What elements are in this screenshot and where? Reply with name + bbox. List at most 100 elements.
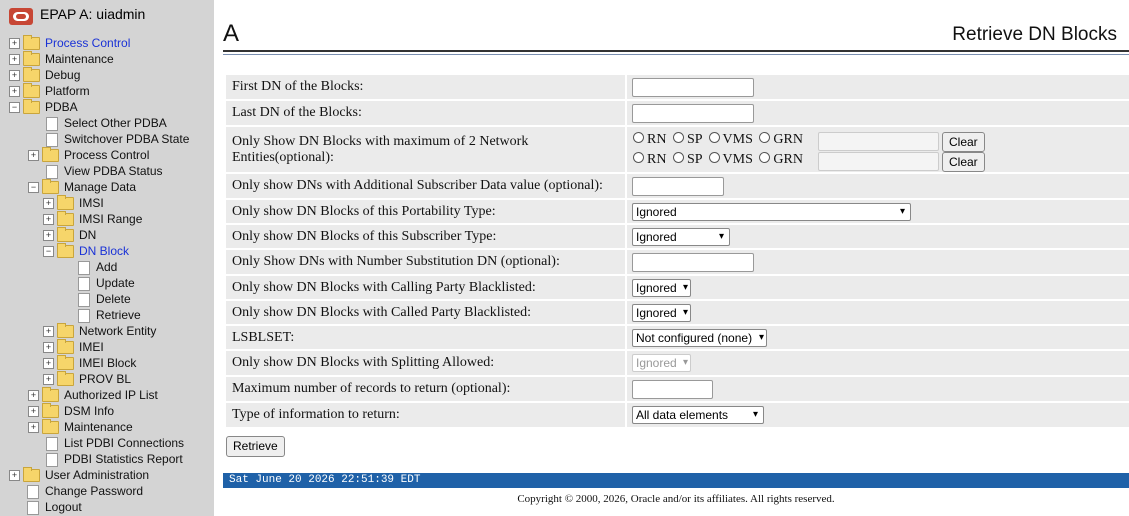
sidebar-item-pdba-process-control[interactable]: + Process Control — [28, 147, 149, 163]
folder-icon — [23, 99, 40, 115]
sidebar-item-dn-block-add[interactable]: Add — [78, 259, 117, 275]
entity1-value-input[interactable] — [818, 132, 939, 151]
folder-icon — [42, 147, 59, 163]
sidebar-item-change-password[interactable]: Change Password — [27, 483, 143, 499]
sidebar-item-debug[interactable]: + Debug — [9, 67, 80, 83]
folder-icon — [23, 467, 40, 483]
page-icon — [78, 276, 90, 291]
expand-icon[interactable]: + — [9, 54, 20, 66]
folder-icon — [57, 371, 74, 387]
sidebar-item-network-entity[interactable]: + Network Entity — [43, 323, 156, 339]
entity2-radio-vms[interactable]: VMS — [708, 152, 753, 167]
calling-blacklisted-select[interactable]: Ignored ▾ — [632, 279, 691, 297]
sidebar-item-dn-block-delete[interactable]: Delete — [78, 291, 131, 307]
sidebar-item-imsi-range[interactable]: + IMSI Range — [43, 211, 142, 227]
page-icon — [46, 164, 58, 179]
expand-icon[interactable]: + — [43, 214, 54, 226]
sidebar-item-pdba-maintenance[interactable]: + Maintenance — [28, 419, 133, 435]
expand-icon[interactable]: + — [9, 470, 20, 482]
entity2-radio-rn[interactable]: RN — [633, 152, 666, 167]
page-icon — [46, 116, 58, 131]
sidebar-item-pdba[interactable]: − PDBA — [9, 99, 78, 115]
asd-input[interactable] — [632, 177, 724, 196]
sidebar-item-platform[interactable]: + Platform — [9, 83, 90, 99]
expand-icon[interactable]: + — [28, 406, 39, 418]
sidebar-item-view-pdba-status[interactable]: View PDBA Status — [46, 163, 163, 179]
splitting-allowed-select: Ignored ▾ — [632, 354, 691, 372]
sidebar-item-dn-block[interactable]: − DN Block — [43, 243, 129, 259]
expand-icon[interactable]: + — [43, 358, 54, 370]
sidebar-item-select-other-pdba[interactable]: Select Other PDBA — [46, 115, 167, 131]
called-blacklisted-select[interactable]: Ignored ▾ — [632, 304, 691, 322]
entity1-radio-grn[interactable]: GRN — [759, 132, 803, 147]
sidebar-item-label: Add — [96, 260, 118, 274]
expand-icon[interactable]: + — [43, 198, 54, 210]
form-row-network-entities: Only Show DN Blocks with maximum of 2 Ne… — [226, 127, 1129, 172]
expand-icon[interactable]: + — [28, 150, 39, 162]
folder-icon — [57, 355, 74, 371]
portability-type-select[interactable]: Ignored ▾ — [632, 203, 911, 221]
form-row-info-type: Type of information to return: All data … — [226, 403, 1129, 427]
first-dn-input[interactable] — [632, 78, 754, 97]
sidebar-item-dn-block-retrieve[interactable]: Retrieve — [78, 307, 141, 323]
sidebar-item-maintenance[interactable]: + Maintenance — [9, 51, 114, 67]
sidebar-item-dn[interactable]: + DN — [43, 227, 96, 243]
expand-icon[interactable]: + — [43, 374, 54, 386]
sidebar-item-prov-bl[interactable]: + PROV BL — [43, 371, 131, 387]
sidebar-item-dsm-info[interactable]: + DSM Info — [28, 403, 114, 419]
folder-icon — [23, 51, 40, 67]
entity1-radio-vms[interactable]: VMS — [708, 132, 753, 147]
sidebar-item-label: Network Entity — [79, 324, 157, 338]
entity1-radio-sp[interactable]: SP — [672, 132, 702, 147]
entity2-radio-grn[interactable]: GRN — [759, 152, 803, 167]
sidebar-item-switchover-pdba-state[interactable]: Switchover PDBA State — [46, 131, 189, 147]
page-icon — [46, 436, 58, 451]
collapse-icon[interactable]: − — [28, 182, 39, 194]
max-records-input[interactable] — [632, 380, 713, 399]
sidebar-item-dn-block-update[interactable]: Update — [78, 275, 135, 291]
page-icon — [78, 260, 90, 275]
entity2-value-input[interactable] — [818, 152, 939, 171]
collapse-icon[interactable]: − — [43, 246, 54, 258]
subscriber-type-select[interactable]: Ignored ▾ — [632, 228, 730, 246]
folder-icon — [42, 403, 59, 419]
sidebar-item-list-pdbi-connections[interactable]: List PDBI Connections — [46, 435, 184, 451]
expand-icon[interactable]: + — [9, 86, 20, 98]
folder-icon — [57, 195, 74, 211]
expand-icon[interactable]: + — [28, 390, 39, 402]
field-label: Only show DN Blocks of this Portability … — [226, 200, 625, 223]
sidebar-item-authorized-ip-list[interactable]: + Authorized IP List — [28, 387, 158, 403]
sidebar-item-imei-block[interactable]: + IMEI Block — [43, 355, 136, 371]
sidebar-item-pdbi-statistics-report[interactable]: PDBI Statistics Report — [46, 451, 183, 467]
expand-icon[interactable]: + — [28, 422, 39, 434]
entity2-radio-sp[interactable]: SP — [672, 152, 702, 167]
entity1-clear-button[interactable]: Clear — [942, 132, 985, 152]
last-dn-input[interactable] — [632, 104, 754, 123]
sidebar-item-manage-data[interactable]: − Manage Data — [28, 179, 136, 195]
sidebar-item-label: Retrieve — [96, 308, 141, 322]
sidebar-item-logout[interactable]: Logout — [27, 499, 82, 515]
info-type-select[interactable]: All data elements ▾ — [632, 406, 764, 424]
sidebar-item-label: IMSI Range — [79, 212, 143, 226]
form-row-last-dn: Last DN of the Blocks: — [226, 101, 1129, 125]
entity2-clear-button[interactable]: Clear — [942, 152, 985, 172]
expand-icon[interactable]: + — [9, 70, 20, 82]
field-label: First DN of the Blocks: — [226, 75, 625, 99]
page-icon — [46, 452, 58, 467]
expand-icon[interactable]: + — [43, 326, 54, 338]
field-label: Only Show DN Blocks with maximum of 2 Ne… — [226, 127, 625, 172]
retrieve-button[interactable]: Retrieve — [226, 436, 285, 457]
sidebar-item-user-administration[interactable]: + User Administration — [9, 467, 149, 483]
collapse-icon[interactable]: − — [9, 102, 20, 114]
sidebar-item-imsi[interactable]: + IMSI — [43, 195, 104, 211]
sidebar-item-process-control[interactable]: + Process Control — [9, 35, 130, 51]
number-substitution-input[interactable] — [632, 253, 754, 272]
lsblset-select[interactable]: Not configured (none) ▾ — [632, 329, 767, 347]
navigation-sidebar: EPAP A: uiadmin + Process Control + Mainten… — [0, 0, 214, 516]
expand-icon[interactable]: + — [9, 38, 20, 50]
sidebar-item-imei[interactable]: + IMEI — [43, 339, 104, 355]
expand-icon[interactable]: + — [43, 342, 54, 354]
entity1-radio-rn[interactable]: RN — [633, 132, 666, 147]
sidebar-item-label: Manage Data — [64, 180, 137, 194]
expand-icon[interactable]: + — [43, 230, 54, 242]
